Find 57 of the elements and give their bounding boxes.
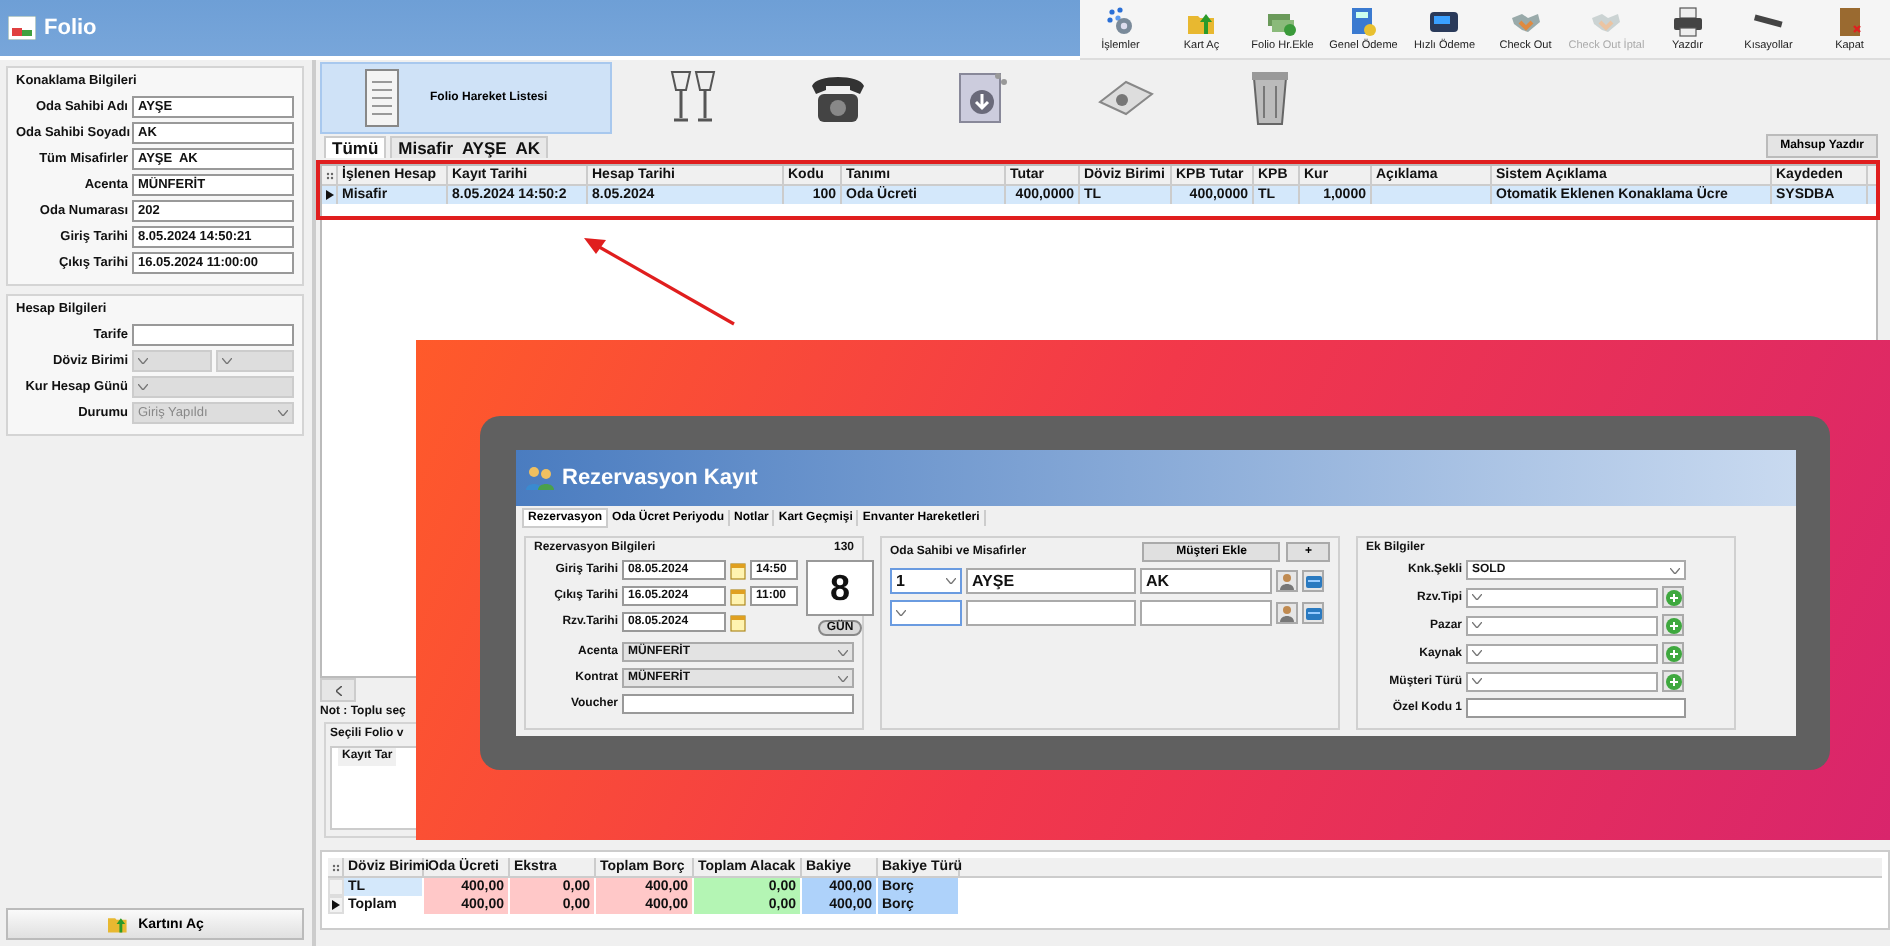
chevron-icon xyxy=(221,358,231,364)
dropdown[interactable] xyxy=(1466,615,1658,635)
person-icon xyxy=(1280,573,1294,589)
calendar-icon[interactable] xyxy=(730,613,746,631)
grip-icon xyxy=(325,171,333,179)
chevron-icon xyxy=(278,410,288,416)
card-icon xyxy=(1305,575,1321,587)
card-reader-icon xyxy=(1428,6,1461,38)
chevron-icon xyxy=(838,675,848,681)
chevron-icon xyxy=(1472,650,1482,656)
surname-field[interactable] xyxy=(1140,600,1272,626)
people-icon xyxy=(526,466,554,490)
chevron-icon xyxy=(1472,678,1482,684)
chevron-icon xyxy=(896,610,906,616)
chevron-icon xyxy=(138,358,148,364)
row-pointer-icon xyxy=(325,190,333,200)
card-button[interactable] xyxy=(1302,602,1324,624)
dropdown[interactable]: 1 xyxy=(890,568,962,594)
dropdown[interactable] xyxy=(1466,587,1658,607)
chevron-icon xyxy=(1472,594,1482,600)
row-header-cell[interactable] xyxy=(328,878,344,896)
row-header-cell[interactable] xyxy=(328,896,344,914)
card-icon xyxy=(1305,607,1321,619)
scroll-left-button[interactable] xyxy=(320,678,356,702)
chevron-icon xyxy=(946,578,956,584)
grip-icon xyxy=(331,863,339,871)
name-field[interactable]: AYŞE xyxy=(966,568,1136,594)
chevron-left-icon xyxy=(335,685,341,695)
calendar-icon[interactable] xyxy=(730,561,746,579)
dropdown[interactable] xyxy=(1466,671,1658,691)
window-title: Folio xyxy=(44,16,97,40)
document-icon xyxy=(1347,6,1380,38)
row-pointer-icon xyxy=(332,900,340,910)
person-icon xyxy=(1280,605,1294,621)
tab[interactable]: Misafir AYŞE AK xyxy=(390,136,548,158)
person-button[interactable] xyxy=(1276,570,1298,592)
chevron-icon xyxy=(138,384,148,390)
card-button[interactable] xyxy=(1302,570,1324,592)
folder-icon xyxy=(106,914,131,934)
window-title: Rezervasyon Kayıt xyxy=(562,466,758,490)
surname-field[interactable]: AK xyxy=(1140,568,1272,594)
name-field[interactable] xyxy=(966,600,1136,626)
person-button[interactable] xyxy=(1276,602,1298,624)
calendar-icon[interactable] xyxy=(730,587,746,605)
gear-icon xyxy=(1104,6,1137,38)
chevron-icon xyxy=(1472,622,1482,628)
text-field[interactable] xyxy=(132,324,294,346)
nights-count: 8 xyxy=(806,560,874,616)
text-field[interactable] xyxy=(1466,698,1686,718)
dropdown[interactable] xyxy=(1466,643,1658,663)
text-field[interactable] xyxy=(622,694,854,714)
window-icon xyxy=(8,16,36,40)
chevron-icon xyxy=(838,649,848,655)
tab[interactable]: Tümü xyxy=(324,136,387,158)
chevron-icon xyxy=(1670,567,1680,573)
printer-icon xyxy=(1671,6,1704,38)
dropdown[interactable] xyxy=(890,600,962,626)
